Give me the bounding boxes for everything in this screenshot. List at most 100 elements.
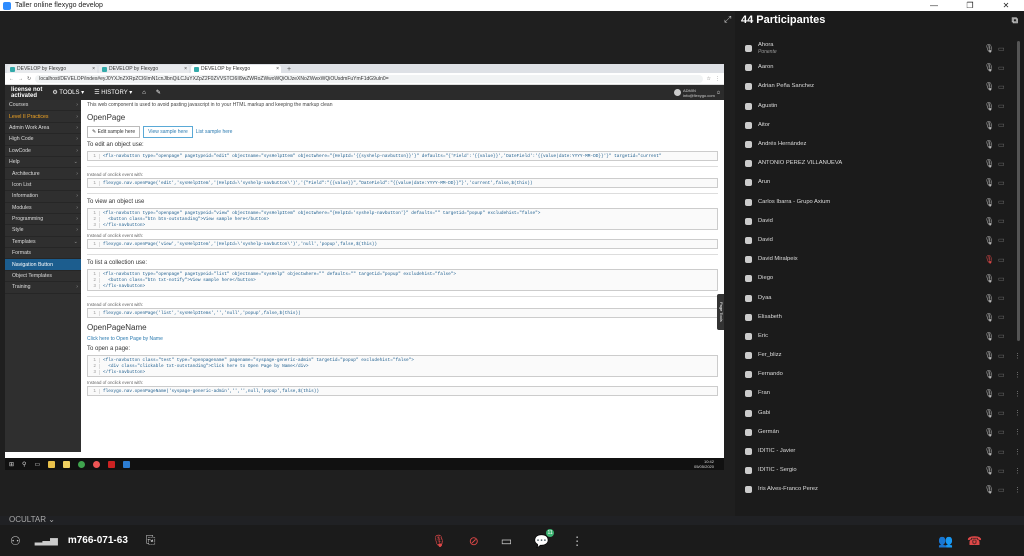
camera-icon[interactable]: ▭: [998, 141, 1014, 149]
popout-icon[interactable]: ⧉: [1012, 15, 1018, 26]
mic-icon[interactable]: 🎙: [984, 236, 998, 245]
participant-row[interactable]: Andrés Hernández🎙▭⋮: [735, 135, 1024, 154]
mic-icon[interactable]: 🎙: [984, 447, 998, 456]
history-menu[interactable]: ☰ HISTORY ▾: [94, 89, 132, 96]
participant-row[interactable]: Dyaa🎙▭⋮: [735, 288, 1024, 307]
notes-icon[interactable]: [63, 460, 71, 468]
camera-icon[interactable]: ▭: [998, 179, 1014, 187]
back-icon[interactable]: ←: [9, 76, 14, 82]
camera-icon[interactable]: ▭: [998, 198, 1014, 206]
close-tab-icon[interactable]: ×: [276, 66, 279, 72]
mic-icon[interactable]: 🎙: [984, 409, 998, 418]
camera-icon[interactable]: ▭: [998, 121, 1014, 129]
close-tab-icon[interactable]: ×: [92, 66, 95, 72]
close-tab-icon[interactable]: ×: [184, 66, 187, 72]
sidebar-item-training[interactable]: Training ›: [5, 282, 81, 294]
sidebar-item-architecture[interactable]: Architecture ›: [5, 168, 81, 180]
acrobat-icon[interactable]: [108, 460, 116, 468]
edit-sample-button[interactable]: ✎ Edit sample here: [87, 126, 141, 138]
participant-row[interactable]: Eric🎙▭⋮: [735, 327, 1024, 346]
participant-row[interactable]: Aitor🎙▭⋮: [735, 116, 1024, 135]
maximize-icon[interactable]: ❐: [952, 1, 988, 10]
sidebar-item-help[interactable]: Help ⌄: [5, 157, 81, 169]
mic-icon[interactable]: 🎙: [984, 82, 998, 91]
participant-row[interactable]: Diego🎙▭⋮: [735, 269, 1024, 288]
mic-icon[interactable]: 🎙: [984, 332, 998, 341]
camera-icon[interactable]: ▭: [998, 160, 1014, 168]
task-view-icon[interactable]: ▭: [34, 461, 40, 468]
camera-icon[interactable]: ▭: [998, 294, 1014, 302]
participants-scrollbar[interactable]: [1017, 41, 1020, 341]
mic-icon[interactable]: 🎙: [984, 428, 998, 437]
star-icon[interactable]: ☆: [707, 76, 711, 82]
camera-icon[interactable]: ▭: [998, 217, 1014, 225]
file-explorer-icon[interactable]: [48, 460, 56, 468]
participant-row[interactable]: Arun🎙▭⋮: [735, 173, 1024, 192]
search-icon[interactable]: ⚲: [22, 461, 26, 468]
participant-row[interactable]: Elisabeth🎙▭⋮: [735, 308, 1024, 327]
camera-icon[interactable]: ▭: [998, 64, 1014, 72]
participant-row[interactable]: Fernando 🎙 ▭ ⋮: [735, 365, 1024, 384]
camera-icon[interactable]: ▭: [998, 352, 1014, 360]
sidebar-item-icon-list[interactable]: Icon List: [5, 180, 81, 192]
open-page-by-name-link[interactable]: Click here to Open Page by Name: [87, 336, 718, 342]
minimize-icon[interactable]: —: [916, 1, 952, 10]
more-icon[interactable]: ⋮: [1014, 486, 1024, 494]
participant-row[interactable]: Fran 🎙 ▭ ⋮: [735, 384, 1024, 403]
sidebar-item-high-code[interactable]: High Code ›: [5, 134, 81, 146]
mic-icon[interactable]: 🎙: [984, 102, 998, 111]
mic-icon[interactable]: 🎙: [984, 274, 998, 283]
mic-icon[interactable]: 🎙: [984, 63, 998, 72]
hang-up-icon[interactable]: ☎: [967, 534, 982, 548]
participant-row[interactable]: David Miralpeix🎙▭⋮: [735, 250, 1024, 269]
mic-icon[interactable]: 🎙: [984, 44, 998, 53]
more-icon[interactable]: ⋮: [1014, 409, 1024, 417]
mic-muted-icon[interactable]: 🎙: [432, 534, 447, 548]
close-icon[interactable]: ✕: [988, 1, 1024, 10]
sidebar-item-formats[interactable]: Formats: [5, 248, 81, 260]
sidebar-item-object-templates[interactable]: Object Templates: [5, 271, 81, 283]
sidebar-item-navigation-button[interactable]: Navigation Button: [5, 259, 81, 271]
camera-icon[interactable]: ▭: [998, 102, 1014, 110]
camera-icon[interactable]: ▭: [998, 313, 1014, 321]
mic-icon[interactable]: 🎙: [984, 217, 998, 226]
home-icon[interactable]: ⌂: [142, 90, 146, 96]
power-icon[interactable]: ⏻: [717, 90, 720, 95]
url-field[interactable]: localhost/DEVELOP/index#eyJ0YXJnZXRpZCI6…: [35, 74, 703, 83]
mic-muted-icon[interactable]: 🎙: [984, 255, 998, 264]
participant-row[interactable]: AhoraPonente🎙▭⋮: [735, 39, 1024, 58]
sidebar-item-information[interactable]: Information ›: [5, 191, 81, 203]
pencil-icon[interactable]: ✎: [156, 89, 161, 96]
participant-row[interactable]: Agustin🎙▭⋮: [735, 97, 1024, 116]
camera-icon[interactable]: ▭: [998, 486, 1014, 494]
mic-icon[interactable]: 🎙: [984, 159, 998, 168]
sidebar-item-templates[interactable]: Templates ⌄: [5, 237, 81, 249]
camera-icon[interactable]: ▭: [998, 428, 1014, 436]
participant-row[interactable]: Germán 🎙 ▭ ⋮: [735, 423, 1024, 442]
windows-start-icon[interactable]: ⊞: [9, 461, 14, 468]
participant-row[interactable]: Aaron🎙▭⋮: [735, 58, 1024, 77]
more-options-icon[interactable]: ⋮: [571, 534, 583, 548]
mic-icon[interactable]: 🎙: [984, 121, 998, 130]
more-icon[interactable]: ⋮: [1014, 428, 1024, 436]
participant-row[interactable]: IDITIC - Sergio 🎙 ▭ ⋮: [735, 461, 1024, 480]
view-sample-button[interactable]: View sample here: [143, 126, 193, 138]
hide-button[interactable]: OCULTAR ⌄: [9, 515, 55, 524]
more-icon[interactable]: ⋮: [1014, 371, 1024, 379]
more-icon[interactable]: ⋮: [1014, 448, 1024, 456]
more-icon[interactable]: ⋮: [1014, 467, 1024, 475]
share-screen-icon[interactable]: ▭: [501, 534, 512, 548]
sidebar-item-style[interactable]: Style ›: [5, 225, 81, 237]
mic-icon[interactable]: 🎙: [984, 313, 998, 322]
camera-icon[interactable]: ▭: [998, 45, 1014, 53]
page-tools-tab[interactable]: Page Tools: [717, 294, 724, 330]
copy-link-icon[interactable]: ⎘: [146, 533, 156, 548]
forward-icon[interactable]: →: [18, 76, 23, 82]
firefox-icon[interactable]: [93, 460, 101, 468]
participant-row[interactable]: Adrian Peña Sanchez🎙▭⋮: [735, 77, 1024, 96]
mic-icon[interactable]: 🎙: [984, 466, 998, 475]
user-info[interactable]: ADMIN info@flexygo.com ⏻: [673, 88, 720, 98]
sidebar-item-programming[interactable]: Programming ›: [5, 214, 81, 226]
chrome-icon[interactable]: [78, 460, 86, 468]
mic-icon[interactable]: 🎙: [984, 294, 998, 303]
